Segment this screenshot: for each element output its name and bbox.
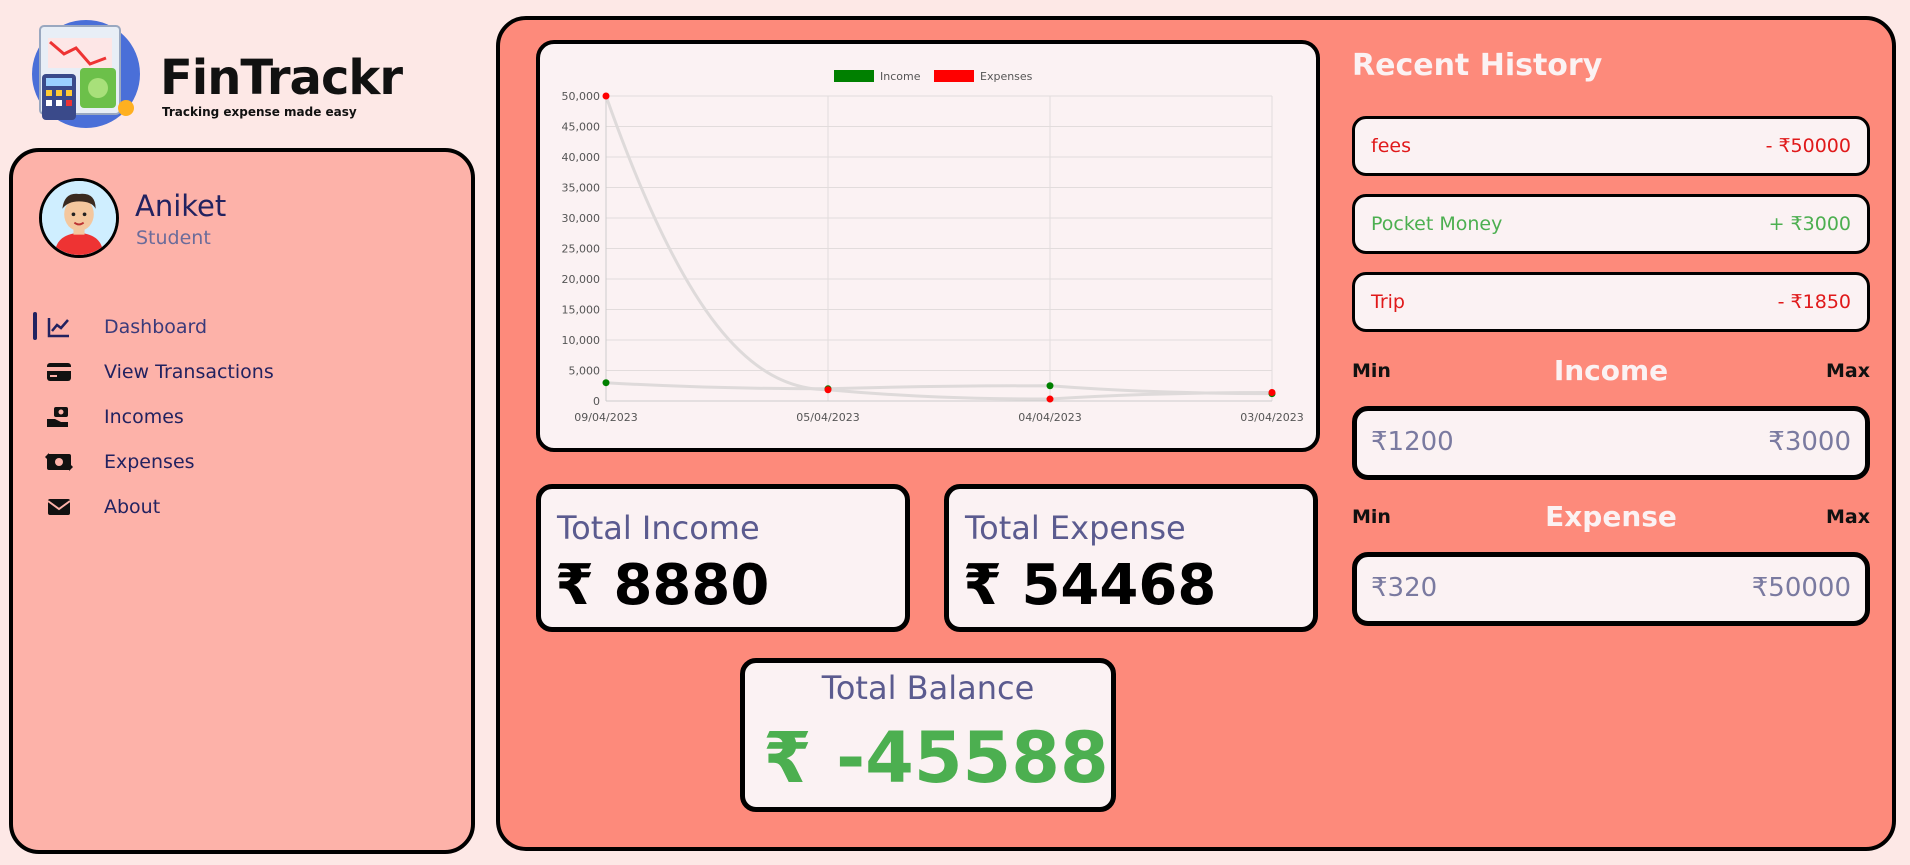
y-tick-label: 0 [593,395,600,408]
nav-item-about[interactable]: About [33,484,433,529]
history-item-amount: - ₹1850 [1777,291,1851,313]
nav-label-dashboard: Dashboard [104,315,208,338]
total-balance-label: Total Balance [821,669,1035,707]
y-tick-label: 35,000 [562,182,601,195]
total-income-label: Total Income [557,509,760,547]
sidebar: Aniket Student Dashboard View Transactio… [9,148,475,854]
nav-item-view-transactions[interactable]: View Transactions [33,349,433,394]
history-item-name: fees [1371,135,1411,157]
sidebar-nav: Dashboard View Transactions Incomes Expe… [33,304,433,529]
avatar[interactable] [39,178,119,258]
expense-range-header: Min Expense Max [1352,500,1870,534]
series-line-expenses [604,95,1273,401]
expense-max-value: ₹50000 [1751,573,1851,603]
income-range-title: Income [1553,354,1669,387]
expense-min-value: ₹320 [1371,573,1438,603]
income-max-label: Max [1826,360,1870,382]
y-tick-label: 25,000 [562,243,601,256]
total-balance-value: ₹ -45588 [763,717,1109,799]
y-tick-label: 20,000 [562,273,601,286]
history-item[interactable]: Trip - ₹1850 [1352,272,1870,332]
nav-label-view-transactions: View Transactions [104,360,274,383]
total-income-value: ₹ 8880 [555,553,770,618]
data-point-expenses [1046,395,1054,403]
total-balance-card: Total Balance ₹ -45588 [740,658,1116,812]
legend-swatch-expenses [934,70,974,82]
total-income-card: Total Income ₹ 8880 [536,484,910,632]
nav-item-incomes[interactable]: Incomes [33,394,433,439]
main-panel: 0 5,000 10,000 15,000 20,000 25,000 30,000 35,0… [496,16,1896,851]
x-tick-label: 04/04/2023 [1018,411,1081,424]
money-bill-icon [45,448,73,476]
history-item[interactable]: Pocket Money + ₹3000 [1352,194,1870,254]
series-line-income [605,381,1273,396]
credit-card-icon [45,358,73,386]
expense-range-title: Expense [1545,500,1677,533]
data-point-income [1046,382,1054,390]
nav-label-expenses: Expenses [104,450,195,473]
y-tick-label: 10,000 [562,334,601,347]
total-expense-card: Total Expense ₹ 54468 [944,484,1318,632]
user-name: Aniket [135,189,227,223]
nav-item-expenses[interactable]: Expenses [33,439,433,484]
y-tick-label: 45,000 [562,121,601,134]
nav-label-about: About [104,495,161,518]
history-item-amount: + ₹3000 [1768,213,1851,235]
nav-label-incomes: Incomes [104,405,184,428]
history-item-name: Pocket Money [1371,213,1503,235]
user-avatar-icon [42,181,116,255]
x-tick-label: 03/04/2023 [1240,411,1303,424]
income-min-value: ₹1200 [1371,427,1454,457]
chart-line-icon [45,313,73,341]
line-chart: 0 5,000 10,000 15,000 20,000 25,000 30,000 35,0… [562,70,1304,424]
income-range-box: ₹1200 ₹3000 [1352,406,1870,480]
data-point-income [602,379,610,387]
history-item[interactable]: fees - ₹50000 [1352,116,1870,176]
brand-tagline: Tracking expense made easy [162,105,357,119]
expense-max-label: Max [1826,506,1870,528]
envelope-icon [45,493,73,521]
history-item-name: Trip [1371,291,1405,313]
legend-label-expenses: Expenses [980,70,1033,83]
x-tick-label: 05/04/2023 [796,411,859,424]
data-point-expenses [602,92,610,100]
total-expense-value: ₹ 54468 [963,553,1217,618]
app-logo: FinTrackr Tracking expense made easy [28,18,408,128]
money-hand-icon [45,403,73,431]
y-tick-label: 30,000 [562,212,601,225]
y-tick-label: 15,000 [562,304,601,317]
history-item-amount: - ₹50000 [1765,135,1851,157]
income-range-header: Min Income Max [1352,354,1870,388]
data-point-expenses [1268,388,1276,396]
recent-history-title: Recent History [1352,48,1603,83]
income-max-value: ₹3000 [1768,427,1851,457]
total-expense-label: Total Expense [965,509,1186,547]
logo-illustration [32,20,140,128]
expense-range-box: ₹320 ₹50000 [1352,552,1870,626]
data-point-expenses [824,386,832,394]
transactions-chart: 0 5,000 10,000 15,000 20,000 25,000 30,000 35,0… [536,40,1320,452]
user-role: Student [136,227,211,249]
nav-item-dashboard[interactable]: Dashboard [33,304,433,349]
legend-label-income: Income [880,70,921,83]
y-tick-label: 40,000 [562,151,601,164]
active-indicator [33,312,37,340]
brand-title: FinTrackr [160,50,403,106]
legend-swatch-income [834,70,874,82]
x-tick-label: 09/04/2023 [574,411,637,424]
y-tick-label: 5,000 [569,365,601,378]
y-tick-label: 50,000 [562,90,601,103]
